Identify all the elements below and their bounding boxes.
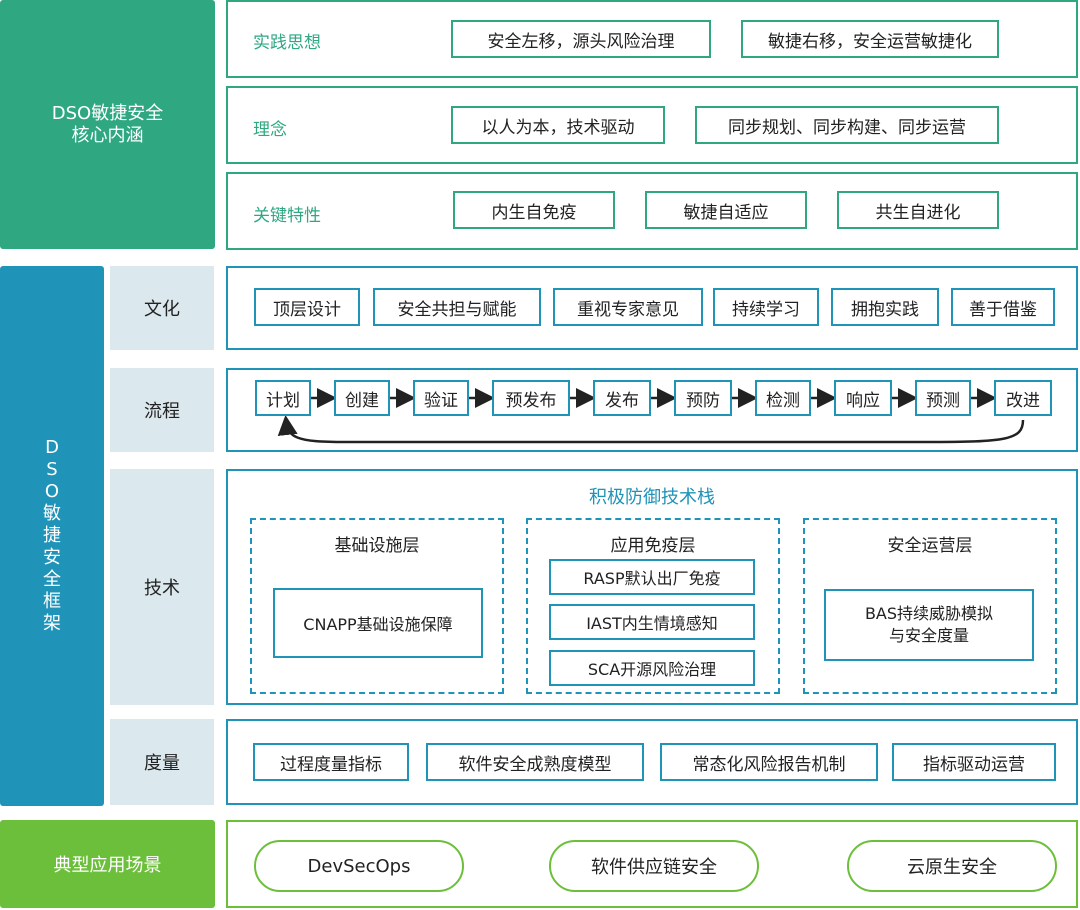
culture-item-3: 重视专家意见 xyxy=(553,288,703,326)
process-step-5: 发布 xyxy=(593,380,651,416)
framework-char-2: S xyxy=(46,459,58,480)
framework-char-7: 全 xyxy=(43,569,61,590)
core-concept-item-2: 同步规划、同步构建、同步运营 xyxy=(695,106,999,144)
core-row-features-label: 关键特性 xyxy=(253,206,321,226)
metrics-label: 度量 xyxy=(110,719,214,805)
tech-layer-ops-title: 安全运营层 xyxy=(887,536,973,556)
framework-char-5: 捷 xyxy=(43,525,61,546)
metrics-item-4: 指标驱动运营 xyxy=(892,743,1056,781)
process-step-1: 计划 xyxy=(255,380,311,416)
process-step-4: 预发布 xyxy=(492,380,570,416)
core-practice-item-2: 敏捷右移，安全运营敏捷化 xyxy=(741,20,999,58)
process-step-7: 检测 xyxy=(755,380,811,416)
core-practice-item-1: 安全左移，源头风险治理 xyxy=(451,20,711,58)
process-step-8: 响应 xyxy=(834,380,892,416)
tech-label: 技术 xyxy=(110,469,214,705)
culture-item-2: 安全共担与赋能 xyxy=(373,288,541,326)
tech-infra-item-1: CNAPP基础设施保障 xyxy=(273,588,483,658)
core-row-practice-label: 实践思想 xyxy=(253,33,321,53)
tech-layer-app-title: 应用免疫层 xyxy=(610,536,696,556)
core-features-item-3: 共生自进化 xyxy=(837,191,999,229)
core-concept-item-1: 以人为本，技术驱动 xyxy=(451,106,665,144)
core-features-item-2: 敏捷自适应 xyxy=(645,191,807,229)
tech-app-item-2: IAST内生情境感知 xyxy=(549,604,755,640)
tech-stack-title: 积极防御技术栈 xyxy=(589,487,715,508)
tech-ops-item-1: BAS持续威胁模拟 与安全度量 xyxy=(824,589,1034,661)
process-step-10: 改进 xyxy=(994,380,1052,416)
tech-app-item-3: SCA开源风险治理 xyxy=(549,650,755,686)
culture-label: 文化 xyxy=(110,266,214,350)
culture-item-6: 善于借鉴 xyxy=(951,288,1055,326)
framework-title-panel: D S O 敏 捷 安 全 框 架 xyxy=(0,266,104,806)
tech-app-item-1: RASP默认出厂免疫 xyxy=(549,559,755,595)
core-title-line2: 核心内涵 xyxy=(71,124,144,146)
culture-item-4: 持续学习 xyxy=(713,288,819,326)
tech-layer-infra-title: 基础设施层 xyxy=(334,536,420,556)
framework-char-1: D xyxy=(45,437,59,458)
metrics-item-3: 常态化风险报告机制 xyxy=(660,743,878,781)
framework-char-9: 架 xyxy=(43,613,61,634)
culture-item-5: 拥抱实践 xyxy=(831,288,939,326)
scenarios-label: 典型应用场景 xyxy=(0,820,215,908)
process-step-3: 验证 xyxy=(413,380,469,416)
framework-char-8: 框 xyxy=(43,591,61,612)
metrics-item-1: 过程度量指标 xyxy=(253,743,409,781)
core-title-line1: DSO敏捷安全 xyxy=(51,102,164,124)
core-features-item-1: 内生自免疫 xyxy=(453,191,615,229)
scenario-supply-chain: 软件供应链安全 xyxy=(549,840,759,892)
process-step-9: 预测 xyxy=(915,380,971,416)
process-step-2: 创建 xyxy=(334,380,390,416)
core-title-panel: DSO敏捷安全 核心内涵 xyxy=(0,0,215,249)
process-label: 流程 xyxy=(110,368,214,452)
scenario-cloud-native: 云原生安全 xyxy=(847,840,1057,892)
scenario-devsecops: DevSecOps xyxy=(254,840,464,892)
framework-char-6: 安 xyxy=(43,547,61,568)
core-row-concept-label: 理念 xyxy=(253,120,287,140)
framework-char-3: O xyxy=(44,481,60,502)
process-loop-arrow xyxy=(277,415,1025,444)
process-step-6: 预防 xyxy=(674,380,732,416)
metrics-item-2: 软件安全成熟度模型 xyxy=(426,743,644,781)
tech-ops-item-line2: 与安全度量 xyxy=(888,626,969,645)
tech-ops-item-line1: BAS持续威胁模拟 xyxy=(864,604,994,623)
culture-item-1: 顶层设计 xyxy=(254,288,360,326)
framework-char-4: 敏 xyxy=(43,503,61,524)
